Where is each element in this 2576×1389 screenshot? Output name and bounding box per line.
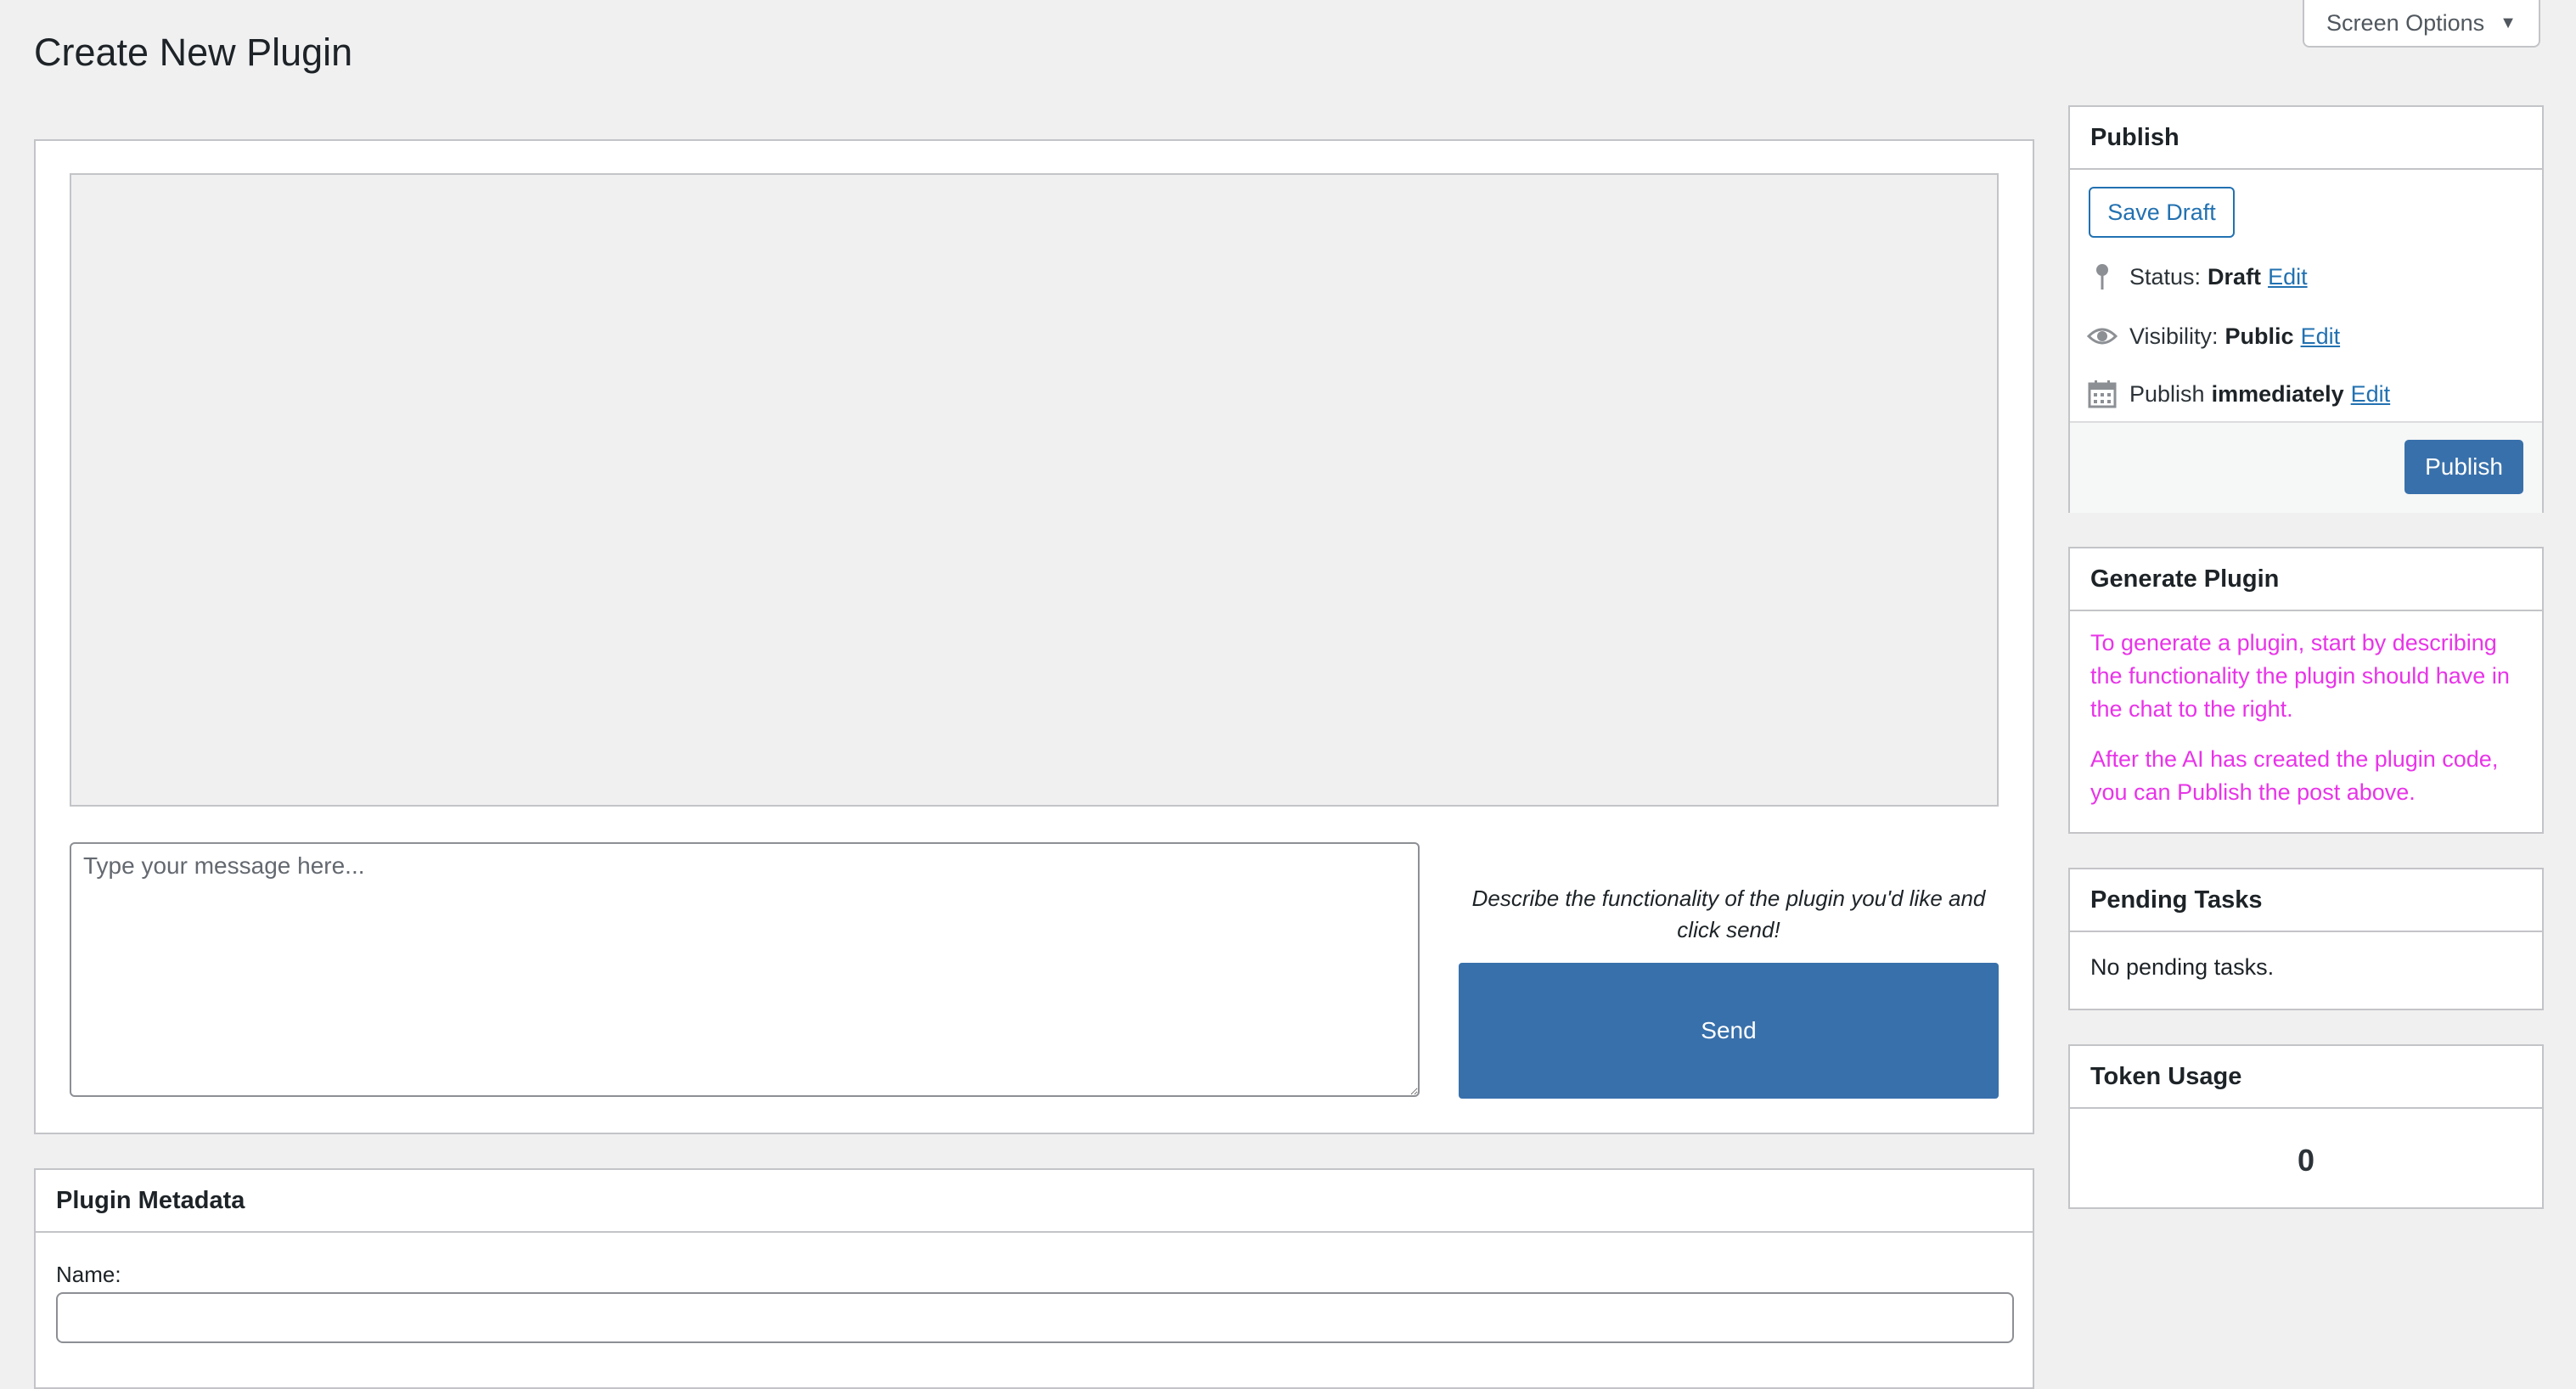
screen-options-toggle[interactable]: Screen Options ▼: [2303, 0, 2540, 48]
status-label: Status:: [2129, 263, 2202, 290]
page-title: Create New Plugin: [34, 31, 353, 74]
schedule-label: Publish: [2129, 380, 2205, 407]
visibility-value: Public: [2224, 323, 2294, 349]
publish-actions: Publish: [2070, 421, 2542, 513]
visibility-label: Visibility:: [2129, 323, 2219, 349]
screen-options-label: Screen Options: [2326, 9, 2485, 36]
schedule-row: Publish immediately Edit: [2087, 377, 2390, 411]
message-input[interactable]: [70, 842, 1420, 1097]
triangle-down-icon: ▼: [2500, 13, 2517, 32]
pending-tasks-title: Pending Tasks: [2070, 869, 2542, 932]
name-label: Name:: [56, 1262, 121, 1287]
generate-paragraph-2: After the AI has created the plugin code…: [2090, 746, 2499, 805]
send-hint: Describe the functionality of the plugin…: [1471, 886, 1986, 942]
token-usage-box: Token Usage 0: [2068, 1044, 2544, 1209]
chat-log[interactable]: [70, 173, 1999, 807]
save-draft-button[interactable]: Save Draft: [2089, 187, 2235, 238]
pending-tasks-box: Pending Tasks No pending tasks.: [2068, 868, 2544, 1010]
pending-tasks-message: No pending tasks.: [2090, 954, 2275, 980]
plugin-metadata-box: Plugin Metadata Name:: [34, 1168, 2034, 1389]
edit-visibility-link[interactable]: Edit: [2301, 323, 2341, 350]
token-usage-title: Token Usage: [2070, 1046, 2542, 1109]
generate-instructions: To generate a plugin, start by describin…: [2070, 627, 2542, 809]
publish-button[interactable]: Publish: [2404, 440, 2523, 494]
calendar-icon: [2087, 379, 2118, 409]
status-row: Status: Draft Edit: [2087, 260, 2308, 294]
token-count: 0: [2297, 1143, 2315, 1178]
schedule-value: immediately: [2211, 380, 2344, 407]
send-button[interactable]: Send: [1459, 963, 1999, 1099]
plugin-metadata-title: Plugin Metadata: [36, 1170, 2033, 1233]
visibility-row: Visibility: Public Edit: [2087, 319, 2340, 353]
publish-title: Publish: [2070, 107, 2542, 170]
eye-icon: [2087, 321, 2118, 351]
name-field[interactable]: [56, 1292, 2014, 1343]
generate-paragraph-1: To generate a plugin, start by describin…: [2090, 630, 2510, 722]
publish-box: Publish Save Draft Status: Draft Edit Vi…: [2068, 105, 2544, 513]
pin-icon: [2087, 261, 2118, 292]
generate-plugin-box: Generate Plugin To generate a plugin, st…: [2068, 547, 2544, 834]
status-value: Draft: [2208, 263, 2262, 290]
edit-schedule-link[interactable]: Edit: [2351, 381, 2391, 408]
edit-status-link[interactable]: Edit: [2268, 264, 2308, 290]
generate-plugin-title: Generate Plugin: [2070, 548, 2542, 611]
